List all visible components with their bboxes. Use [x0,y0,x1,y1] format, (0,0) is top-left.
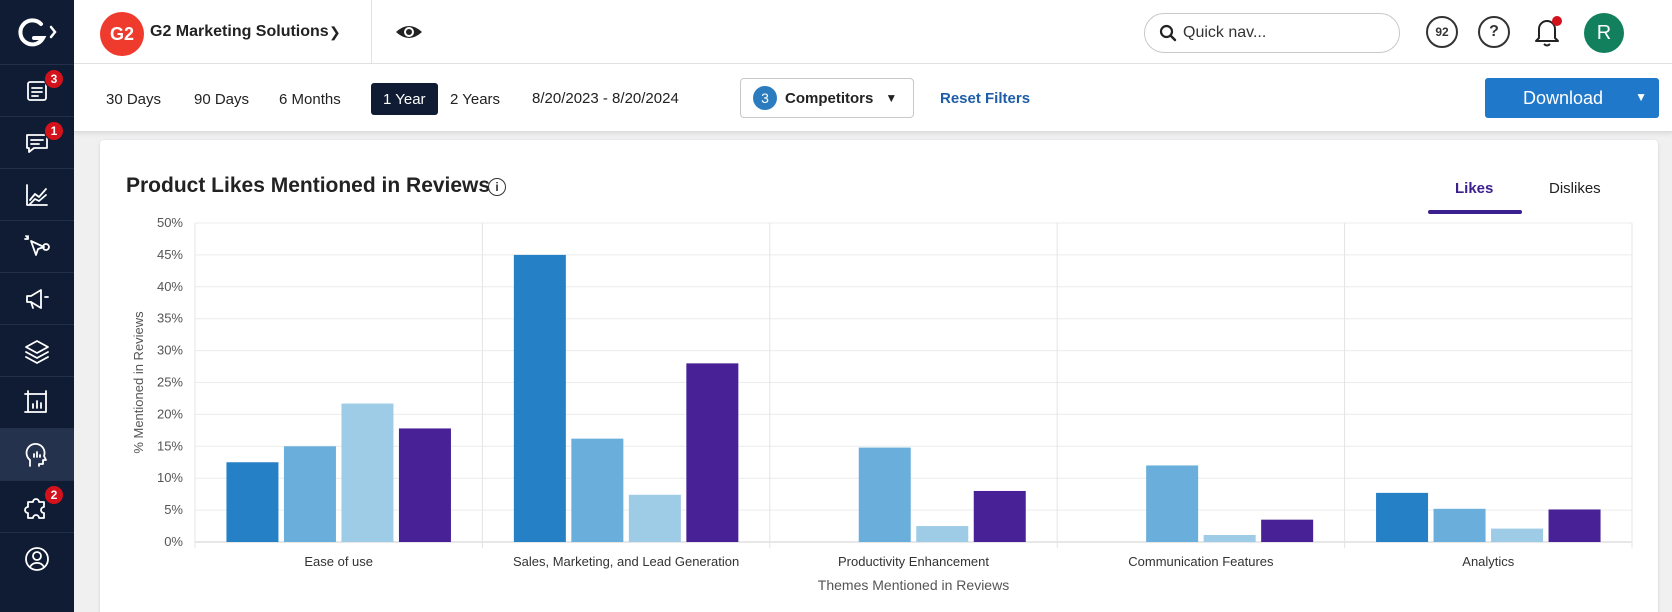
y-tick-label: 35% [157,311,183,326]
bar [1203,534,1256,542]
y-tick-label: 50% [157,215,183,230]
y-tick-label: 45% [157,247,183,262]
bar [1376,492,1429,542]
y-tick-label: 40% [157,279,183,294]
bar [628,494,681,542]
y-tick-label: 30% [157,343,183,358]
bar-chart: 0% 5% 10% 15% 20% 25% 30% 35% 40% 45% 50% Ease of u… [131,215,1633,593]
y-tick-label: 25% [157,375,183,390]
bar [571,438,624,542]
bar [1261,519,1314,542]
x-tick-label: Communication Features [1128,554,1274,569]
x-tick-label: Productivity Enhancement [838,554,989,569]
bar [513,254,566,542]
y-tick-label: 5% [164,502,183,517]
x-axis-label: Themes Mentioned in Reviews [818,577,1009,593]
bar [341,403,394,542]
x-tick-label: Sales, Marketing, and Lead Generation [513,554,739,569]
bar [1491,528,1544,542]
bar [858,447,911,542]
bar [973,490,1026,542]
y-tick-label: 15% [157,438,183,453]
bar [686,363,739,542]
bar [1146,465,1199,542]
bar [1548,509,1601,542]
bar [916,526,969,542]
x-tick-label: Analytics [1462,554,1515,569]
x-tick-label: Ease of use [304,554,373,569]
bar [226,462,279,542]
y-tick-label: 20% [157,406,183,421]
y-axis-label: % Mentioned in Reviews [131,311,146,454]
bar [398,428,451,542]
bar [1433,508,1486,542]
bar [283,446,336,542]
y-tick-label: 0% [164,534,183,549]
y-tick-label: 10% [157,470,183,485]
